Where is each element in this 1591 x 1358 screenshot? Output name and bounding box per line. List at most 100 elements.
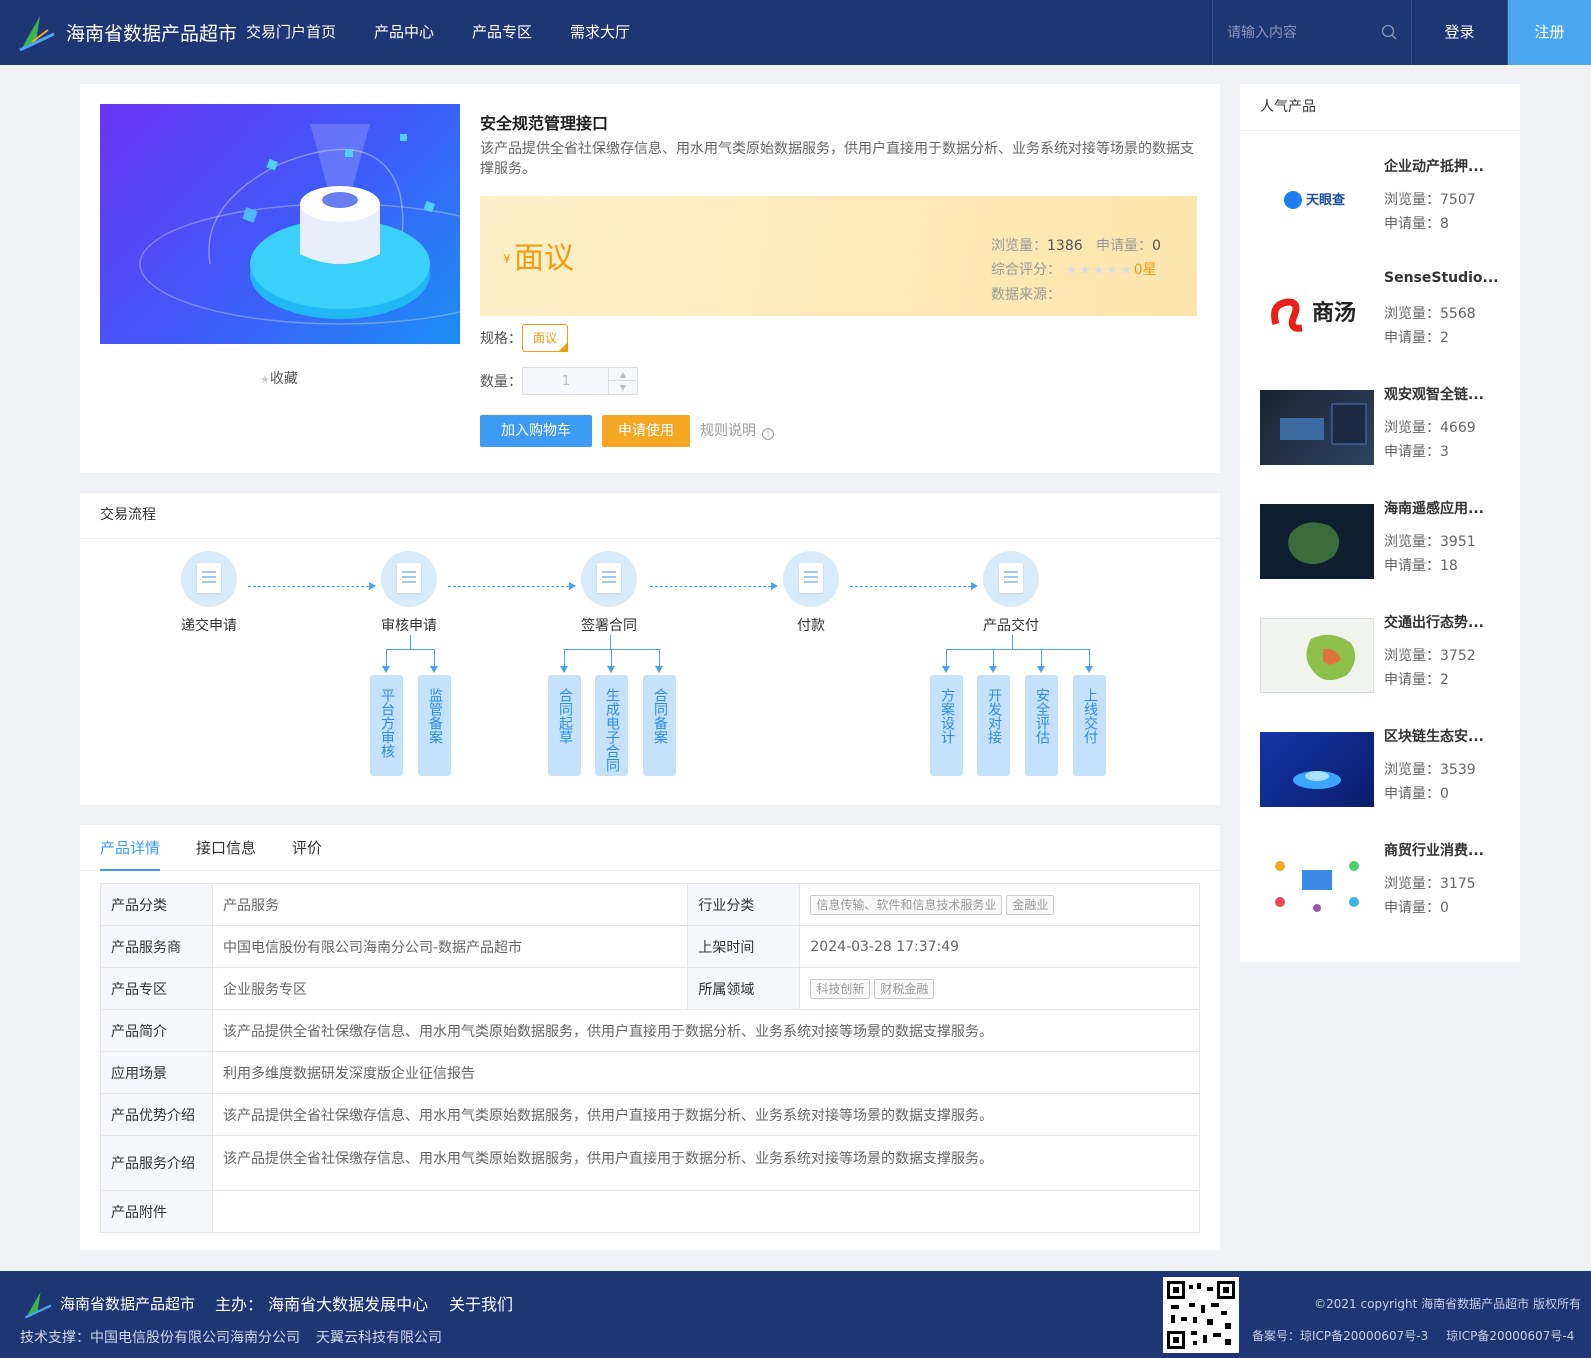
step-label: 递交申请: [181, 618, 237, 634]
table-row: 产品专区 企业服务专区 所属领域 科技创新 财税金融: [100, 967, 1200, 1010]
favorite-button[interactable]: ★收藏: [260, 368, 298, 388]
industry-tag: 信息传输、软件和信息技术服务业: [810, 894, 1003, 915]
detail-value: 该产品提供全省社保缴存信息、用水用气类原始数据服务，供用户直接用于数据分析、业务…: [212, 1135, 1200, 1191]
currency-symbol: ¥: [503, 252, 511, 266]
item-applies: 申请量：8: [1384, 216, 1449, 232]
product-thumbnail: 商汤: [1260, 276, 1374, 351]
search-icon[interactable]: [1381, 24, 1397, 40]
branch-arrow: [1085, 649, 1093, 673]
icp-link-1[interactable]: 备案号：琼ICP备20000607号-3: [1252, 1329, 1428, 1343]
popular-item[interactable]: 区块链生态安... 浏览量：3539 申请量：0: [1260, 726, 1510, 826]
popular-item[interactable]: 天眼查 企业动产抵押... 浏览量：7507 申请量：8: [1260, 156, 1510, 256]
info-icon: !: [762, 428, 774, 440]
branch-arrow: [942, 649, 950, 673]
flow-arrow: [850, 582, 978, 590]
popular-item[interactable]: 商汤 SenseStudio... 浏览量：5568 申请量：2: [1260, 270, 1510, 370]
detail-value: 该产品提供全省社保缴存信息、用水用气类原始数据服务，供用户直接用于数据分析、业务…: [212, 1093, 1200, 1136]
flow-title: 交易流程: [100, 507, 156, 523]
detail-key: 应用场景: [100, 1051, 213, 1094]
table-row: 产品服务介绍 该产品提供全省社保缴存信息、用水用气类原始数据服务，供用户直接用于…: [100, 1135, 1200, 1191]
decrement-icon[interactable]: ▼: [608, 381, 637, 394]
item-views: 浏览量：3175: [1384, 876, 1476, 892]
qr-code: [1163, 1277, 1239, 1353]
product-thumbnail: [1260, 732, 1374, 807]
step-label: 审核申请: [381, 618, 437, 634]
sub-step: 监管备案: [418, 675, 451, 776]
login-button[interactable]: 登录: [1412, 0, 1508, 65]
branch-line: [610, 635, 611, 649]
nav-demand-hall[interactable]: 需求大厅: [570, 0, 630, 65]
flow-step-review: 审核申请: [359, 551, 459, 635]
tab-product-detail[interactable]: 产品详情: [100, 825, 161, 871]
item-title: 观安观智全链...: [1384, 387, 1484, 403]
rules-link[interactable]: 规则说明!: [700, 415, 774, 447]
detail-value-tags: 信息传输、软件和信息技术服务业 金融业: [799, 883, 1200, 926]
flow-arrow: [650, 582, 778, 590]
item-title: 商贸行业消费...: [1384, 843, 1484, 859]
sub-step: 方案设计: [930, 675, 963, 776]
icp-link-2[interactable]: 琼ICP备20000607号-4: [1446, 1329, 1574, 1343]
branch-line: [1012, 635, 1013, 649]
thumb-logo-text: 天眼查: [1306, 192, 1346, 208]
branch-arrow: [607, 649, 615, 673]
item-title: 交通出行态势...: [1384, 615, 1484, 631]
site-title[interactable]: 海南省数据产品超市: [66, 19, 237, 46]
detail-key: 产品优势介绍: [100, 1093, 213, 1136]
flow-step-contract: 签署合同: [559, 551, 659, 635]
branch-line: [946, 649, 1089, 650]
detail-value: 产品服务: [211, 883, 689, 926]
item-applies: 申请量：0: [1384, 786, 1449, 802]
increment-icon[interactable]: ▲: [608, 368, 637, 381]
apply-button[interactable]: 申请使用: [602, 415, 690, 447]
nav-product-center[interactable]: 产品中心: [374, 0, 434, 65]
popular-item[interactable]: 交通出行态势... 浏览量：3752 申请量：2: [1260, 612, 1510, 712]
nav-product-zone[interactable]: 产品专区: [472, 0, 532, 65]
add-to-cart-button[interactable]: 加入购物车: [480, 415, 592, 447]
star-icon: ★: [260, 373, 270, 386]
search-box: [1212, 0, 1412, 65]
tab-reviews[interactable]: 评价: [292, 825, 322, 871]
detail-key: 产品分类: [100, 883, 213, 926]
submit-application-icon: [181, 551, 237, 607]
sub-step: 安全评估: [1025, 675, 1058, 776]
footer-tech-support: 技术支撑：中国电信股份有限公司海南分公司 天翼云科技有限公司: [20, 1327, 458, 1347]
transaction-flow-card: 交易流程 递交申请 审核申请 签署合同 付款 产品交付 平台方审核 监管备案 合…: [80, 493, 1220, 805]
domain-tag: 科技创新: [810, 978, 871, 999]
item-views: 浏览量：3539: [1384, 762, 1476, 778]
sub-step: 合同备案: [643, 675, 676, 776]
popular-item[interactable]: 观安观智全链... 浏览量：4669 申请量：3: [1260, 384, 1510, 484]
sign-contract-icon: [581, 551, 637, 607]
site-logo[interactable]: [18, 12, 58, 52]
spec-option[interactable]: 面议: [522, 324, 568, 352]
detail-key: 产品附件: [100, 1190, 213, 1233]
spec-label: 规格：: [480, 331, 522, 347]
nav-home[interactable]: 交易门户首页: [246, 0, 336, 65]
rating-label: 综合评分：: [991, 262, 1061, 278]
product-description: 该产品提供全省社保缴存信息、用水用气类原始数据服务，供用户直接用于数据分析、业务…: [480, 141, 1194, 177]
about-us-link[interactable]: 关于我们: [449, 1291, 513, 1315]
branch-arrow: [989, 649, 997, 673]
detail-key: 上架时间: [687, 925, 801, 968]
popular-item[interactable]: 商贸行业消费... 浏览量：3175 申请量：0: [1260, 840, 1510, 940]
step-label: 签署合同: [581, 618, 637, 634]
search-input[interactable]: [1227, 22, 1377, 44]
applies-value: 0: [1152, 238, 1161, 254]
domain-tag: 财税金融: [874, 978, 935, 999]
branch-arrow: [1037, 649, 1045, 673]
popular-item[interactable]: 海南遥感应用... 浏览量：3951 申请量：18: [1260, 498, 1510, 598]
sub-step: 合同起草: [548, 675, 581, 776]
sub-step: 平台方审核: [370, 675, 403, 776]
product-thumbnail: [1260, 504, 1374, 579]
applies-label: 申请量：: [1096, 238, 1152, 254]
branch-line: [410, 635, 411, 649]
table-row: 产品简介 该产品提供全省社保缴存信息、用水用气类原始数据服务，供用户直接用于数据…: [100, 1009, 1200, 1052]
review-application-icon: [381, 551, 437, 607]
item-applies: 申请量：18: [1384, 558, 1458, 574]
tab-interface-info[interactable]: 接口信息: [196, 825, 256, 871]
flow-step-payment: 付款: [761, 551, 861, 635]
table-row: 产品优势介绍 该产品提供全省社保缴存信息、用水用气类原始数据服务，供用户直接用于…: [100, 1093, 1200, 1136]
register-button[interactable]: 注册: [1508, 0, 1591, 65]
quantity-input[interactable]: [523, 368, 609, 394]
detail-value: [212, 1190, 1200, 1233]
branch-arrow: [382, 649, 390, 673]
